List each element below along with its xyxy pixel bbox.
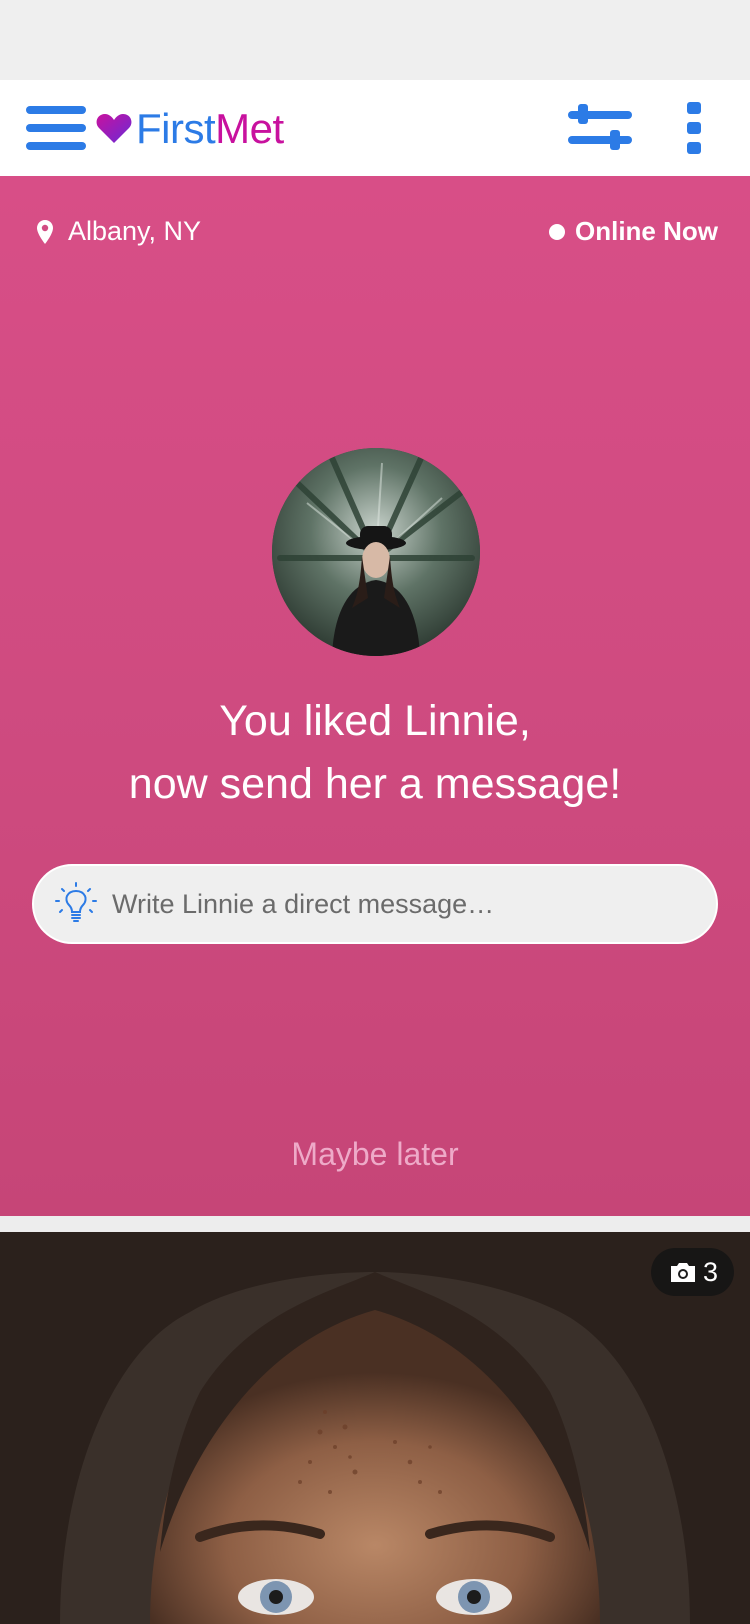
direct-message-field[interactable]	[32, 864, 718, 944]
online-dot-icon	[549, 223, 565, 240]
online-status: Online Now	[549, 216, 718, 247]
status-bar-area	[0, 0, 750, 80]
hamburger-menu-icon[interactable]	[24, 102, 88, 154]
liked-profile-panel: Albany, NY Online Now You liked Linnie, …	[0, 176, 750, 1216]
maybe-later-button[interactable]: Maybe later	[0, 1136, 750, 1173]
heart-logo-icon	[96, 114, 132, 143]
profile-avatar[interactable]	[272, 448, 480, 656]
location-pin-icon	[37, 219, 53, 244]
photo-count: 3	[702, 1256, 718, 1287]
location-text: Albany, NY	[68, 216, 202, 246]
avatar-photo	[272, 448, 480, 656]
headline-line-2: now send her a message!	[128, 760, 622, 808]
message-input[interactable]	[112, 888, 672, 920]
photo-count-badge[interactable]: 3	[650, 1248, 734, 1296]
headline-line-1: You liked Linnie,	[219, 697, 531, 745]
logo-text-first: First	[136, 105, 216, 152]
profile-photo-card[interactable]: 3	[0, 1232, 750, 1624]
filter-sliders-icon[interactable]	[566, 102, 634, 154]
logo-text-met: Met	[215, 105, 284, 152]
lightbulb-icon[interactable]	[54, 881, 98, 927]
camera-icon	[670, 1263, 695, 1282]
liked-headline: You liked Linnie, now send her a message…	[0, 690, 750, 816]
app-header: FirstMet	[0, 80, 750, 176]
online-status-text: Online Now	[575, 216, 718, 246]
location-label: Albany, NY	[36, 216, 201, 247]
more-vertical-icon[interactable]	[682, 100, 706, 156]
firstmet-logo[interactable]: FirstMet	[94, 106, 284, 152]
profile-photo	[0, 1232, 750, 1624]
